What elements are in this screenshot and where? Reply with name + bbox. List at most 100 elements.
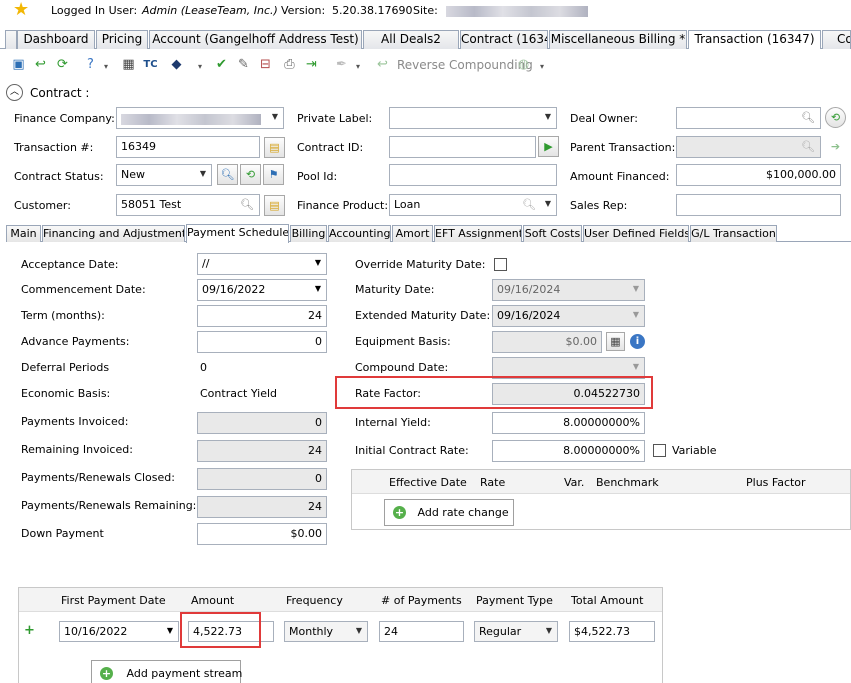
remaining-invoiced-label: Remaining Invoiced: — [21, 443, 133, 456]
refresh-icon[interactable]: ⟳ — [54, 56, 71, 73]
finance-company-select[interactable]: ▼ — [116, 107, 284, 129]
num-payments-field[interactable]: 24 — [379, 621, 464, 642]
commencement-date-field[interactable]: 09/16/2022 ▼ — [197, 279, 327, 301]
search-icon[interactable]: 🔍︎ — [801, 111, 815, 124]
play-icon[interactable]: ▶ — [538, 136, 559, 157]
toolbar: ▣ ↩ ⟳ ? ▾ ▦ TC ◆ ▾ ✔ ✎ ⊟ ⎙ ⇥ ✒ ▾ ↩ Rever… — [0, 52, 851, 78]
pen-dropdown-icon: ▾ — [356, 62, 361, 71]
advance-payments-field[interactable]: 0 — [197, 331, 327, 353]
frequency-select[interactable]: Monthly ▼ — [284, 621, 368, 642]
sales-rep-field[interactable] — [676, 194, 841, 216]
collapse-icon[interactable]: ︿ — [6, 84, 23, 101]
tab-user-defined-fields[interactable]: User Defined Fields — [583, 225, 689, 242]
tab-soft-costs[interactable]: Soft Costs — [523, 225, 582, 242]
search-icon: 🔍︎ — [801, 140, 815, 153]
contract-id-field[interactable] — [389, 136, 536, 158]
variable-checkbox[interactable] — [653, 444, 666, 457]
expand-row-icon[interactable]: + — [24, 623, 35, 638]
tab-pricing[interactable]: Pricing — [96, 30, 148, 49]
contract-status-select[interactable]: New ▼ — [116, 164, 212, 186]
deal-owner-history-icon[interactable]: ⟲ — [825, 107, 846, 128]
calculator-icon[interactable]: ▦ — [606, 332, 625, 351]
finance-product-select[interactable]: Loan 🔍︎ ▼ — [389, 194, 557, 216]
override-maturity-checkbox[interactable] — [494, 258, 507, 271]
tab-overflow[interactable]: Co — [822, 30, 851, 49]
private-label-select[interactable]: ▼ — [389, 107, 557, 129]
drop-icon[interactable]: ◆ — [168, 56, 185, 73]
add-rate-change-button[interactable]: + Add rate change — [384, 499, 514, 526]
tab-eft-assignment[interactable]: EFT Assignment — [434, 225, 522, 242]
col-var: Var. — [564, 476, 585, 489]
tab-contract[interactable]: Contract (16346) — [460, 30, 548, 49]
search-icon[interactable]: 🔍︎ — [522, 198, 536, 211]
tab-amort[interactable]: Amort — [392, 225, 433, 242]
internal-yield-label: Internal Yield: — [355, 416, 431, 429]
tab-misc-billing[interactable]: Miscellaneous Billing * — [549, 30, 687, 49]
save-icon[interactable]: ▣ — [10, 56, 27, 73]
tab-main[interactable]: Main — [6, 225, 41, 242]
col-effective-date: Effective Date — [389, 476, 467, 489]
deal-owner-field[interactable]: 🔍︎ — [676, 107, 821, 129]
tab-dashboard[interactable]: Dashboard — [17, 30, 95, 49]
tab-scroll-left[interactable] — [5, 30, 17, 49]
search-icon[interactable]: 🔍︎ — [240, 198, 254, 211]
calendar-dropdown-icon[interactable]: ▼ — [167, 626, 173, 635]
payments-remaining-label: Payments/Renewals Remaining: — [21, 499, 197, 512]
tab-billing[interactable]: Billing — [290, 225, 327, 242]
initial-rate-field[interactable]: 8.00000000% — [492, 440, 645, 462]
internal-yield-field[interactable]: 8.00000000% — [492, 412, 645, 434]
total-amount-field: $4,522.73 — [569, 621, 655, 642]
col-first-payment-date: First Payment Date — [61, 594, 166, 607]
tab-all-deals[interactable]: All Deals2 — [363, 30, 459, 49]
status-search-icon[interactable]: 🔍︎ — [217, 164, 238, 185]
chevron-down-icon: ▼ — [544, 112, 551, 121]
star-icon[interactable]: ★ — [13, 1, 29, 19]
customer-note-icon[interactable]: ▤ — [264, 195, 285, 216]
initial-rate-label: Initial Contract Rate: — [355, 444, 469, 457]
customer-field[interactable]: 58051 Test 🔍︎ — [116, 194, 260, 216]
tab-financing-adjustments[interactable]: Financing and Adjustments — [42, 225, 185, 242]
first-payment-date-field[interactable]: 10/16/2022 ▼ — [59, 621, 179, 642]
contract-status-label: Contract Status: — [14, 170, 104, 183]
help-icon[interactable]: ? — [82, 56, 99, 73]
term-label: Term (months): — [21, 309, 105, 322]
acceptance-date-field[interactable]: // ▼ — [197, 253, 327, 275]
print-icon[interactable]: ⎙ — [281, 56, 298, 73]
extended-maturity-value: 09/16/2024 — [497, 309, 561, 322]
calendar-dropdown-icon[interactable]: ▼ — [315, 258, 321, 267]
edit-icon[interactable]: ✎ — [235, 56, 252, 73]
add-payment-stream-button[interactable]: + Add payment stream — [91, 660, 242, 683]
payments-invoiced-field: 0 — [197, 412, 327, 434]
tools-dropdown-icon[interactable]: ▾ — [198, 62, 202, 71]
info-icon[interactable]: i — [630, 334, 645, 349]
tab-payment-schedule[interactable]: Payment Schedule — [186, 224, 289, 243]
calculator-icon[interactable]: ▦ — [120, 56, 137, 73]
undo-icon[interactable]: ↩ — [32, 56, 49, 73]
amount-financed-field[interactable]: $100,000.00 — [676, 164, 841, 186]
payment-type-select[interactable]: Regular ▼ — [474, 621, 558, 642]
help-dropdown-icon[interactable]: ▾ — [104, 62, 108, 71]
pool-id-field[interactable] — [389, 164, 557, 186]
tab-gl-transaction[interactable]: G/L Transaction — [690, 225, 777, 242]
remove-icon[interactable]: ⊟ — [257, 56, 274, 73]
rate-factor-highlight — [335, 376, 653, 409]
tab-accounting[interactable]: Accounting — [328, 225, 391, 242]
calendar-dropdown-icon[interactable]: ▼ — [315, 284, 321, 293]
note-icon[interactable]: ▤ — [264, 137, 285, 158]
export-icon[interactable]: ⇥ — [303, 56, 320, 73]
status-history-icon[interactable]: ⟲ — [240, 164, 261, 185]
term-field[interactable]: 24 — [197, 305, 327, 327]
acceptance-date-value: // — [202, 257, 210, 270]
override-maturity-label: Override Maturity Date: — [355, 258, 486, 271]
commencement-date-value: 09/16/2022 — [202, 283, 266, 296]
commencement-date-label: Commencement Date: — [21, 283, 146, 296]
tab-account[interactable]: Account (Gangelhoff Address Test) — [149, 30, 362, 49]
down-payment-field[interactable]: $0.00 — [197, 523, 327, 545]
acceptance-date-label: Acceptance Date: — [21, 258, 119, 271]
transaction-number-field[interactable]: 16349 — [116, 136, 260, 158]
tc-icon[interactable]: TC — [142, 56, 159, 73]
approve-check-icon[interactable]: ✔ — [213, 56, 230, 73]
customer-value: 58051 Test — [121, 198, 182, 211]
status-flag-icon[interactable]: ⚑ — [263, 164, 284, 185]
tab-transaction[interactable]: Transaction (16347) — [688, 30, 821, 49]
